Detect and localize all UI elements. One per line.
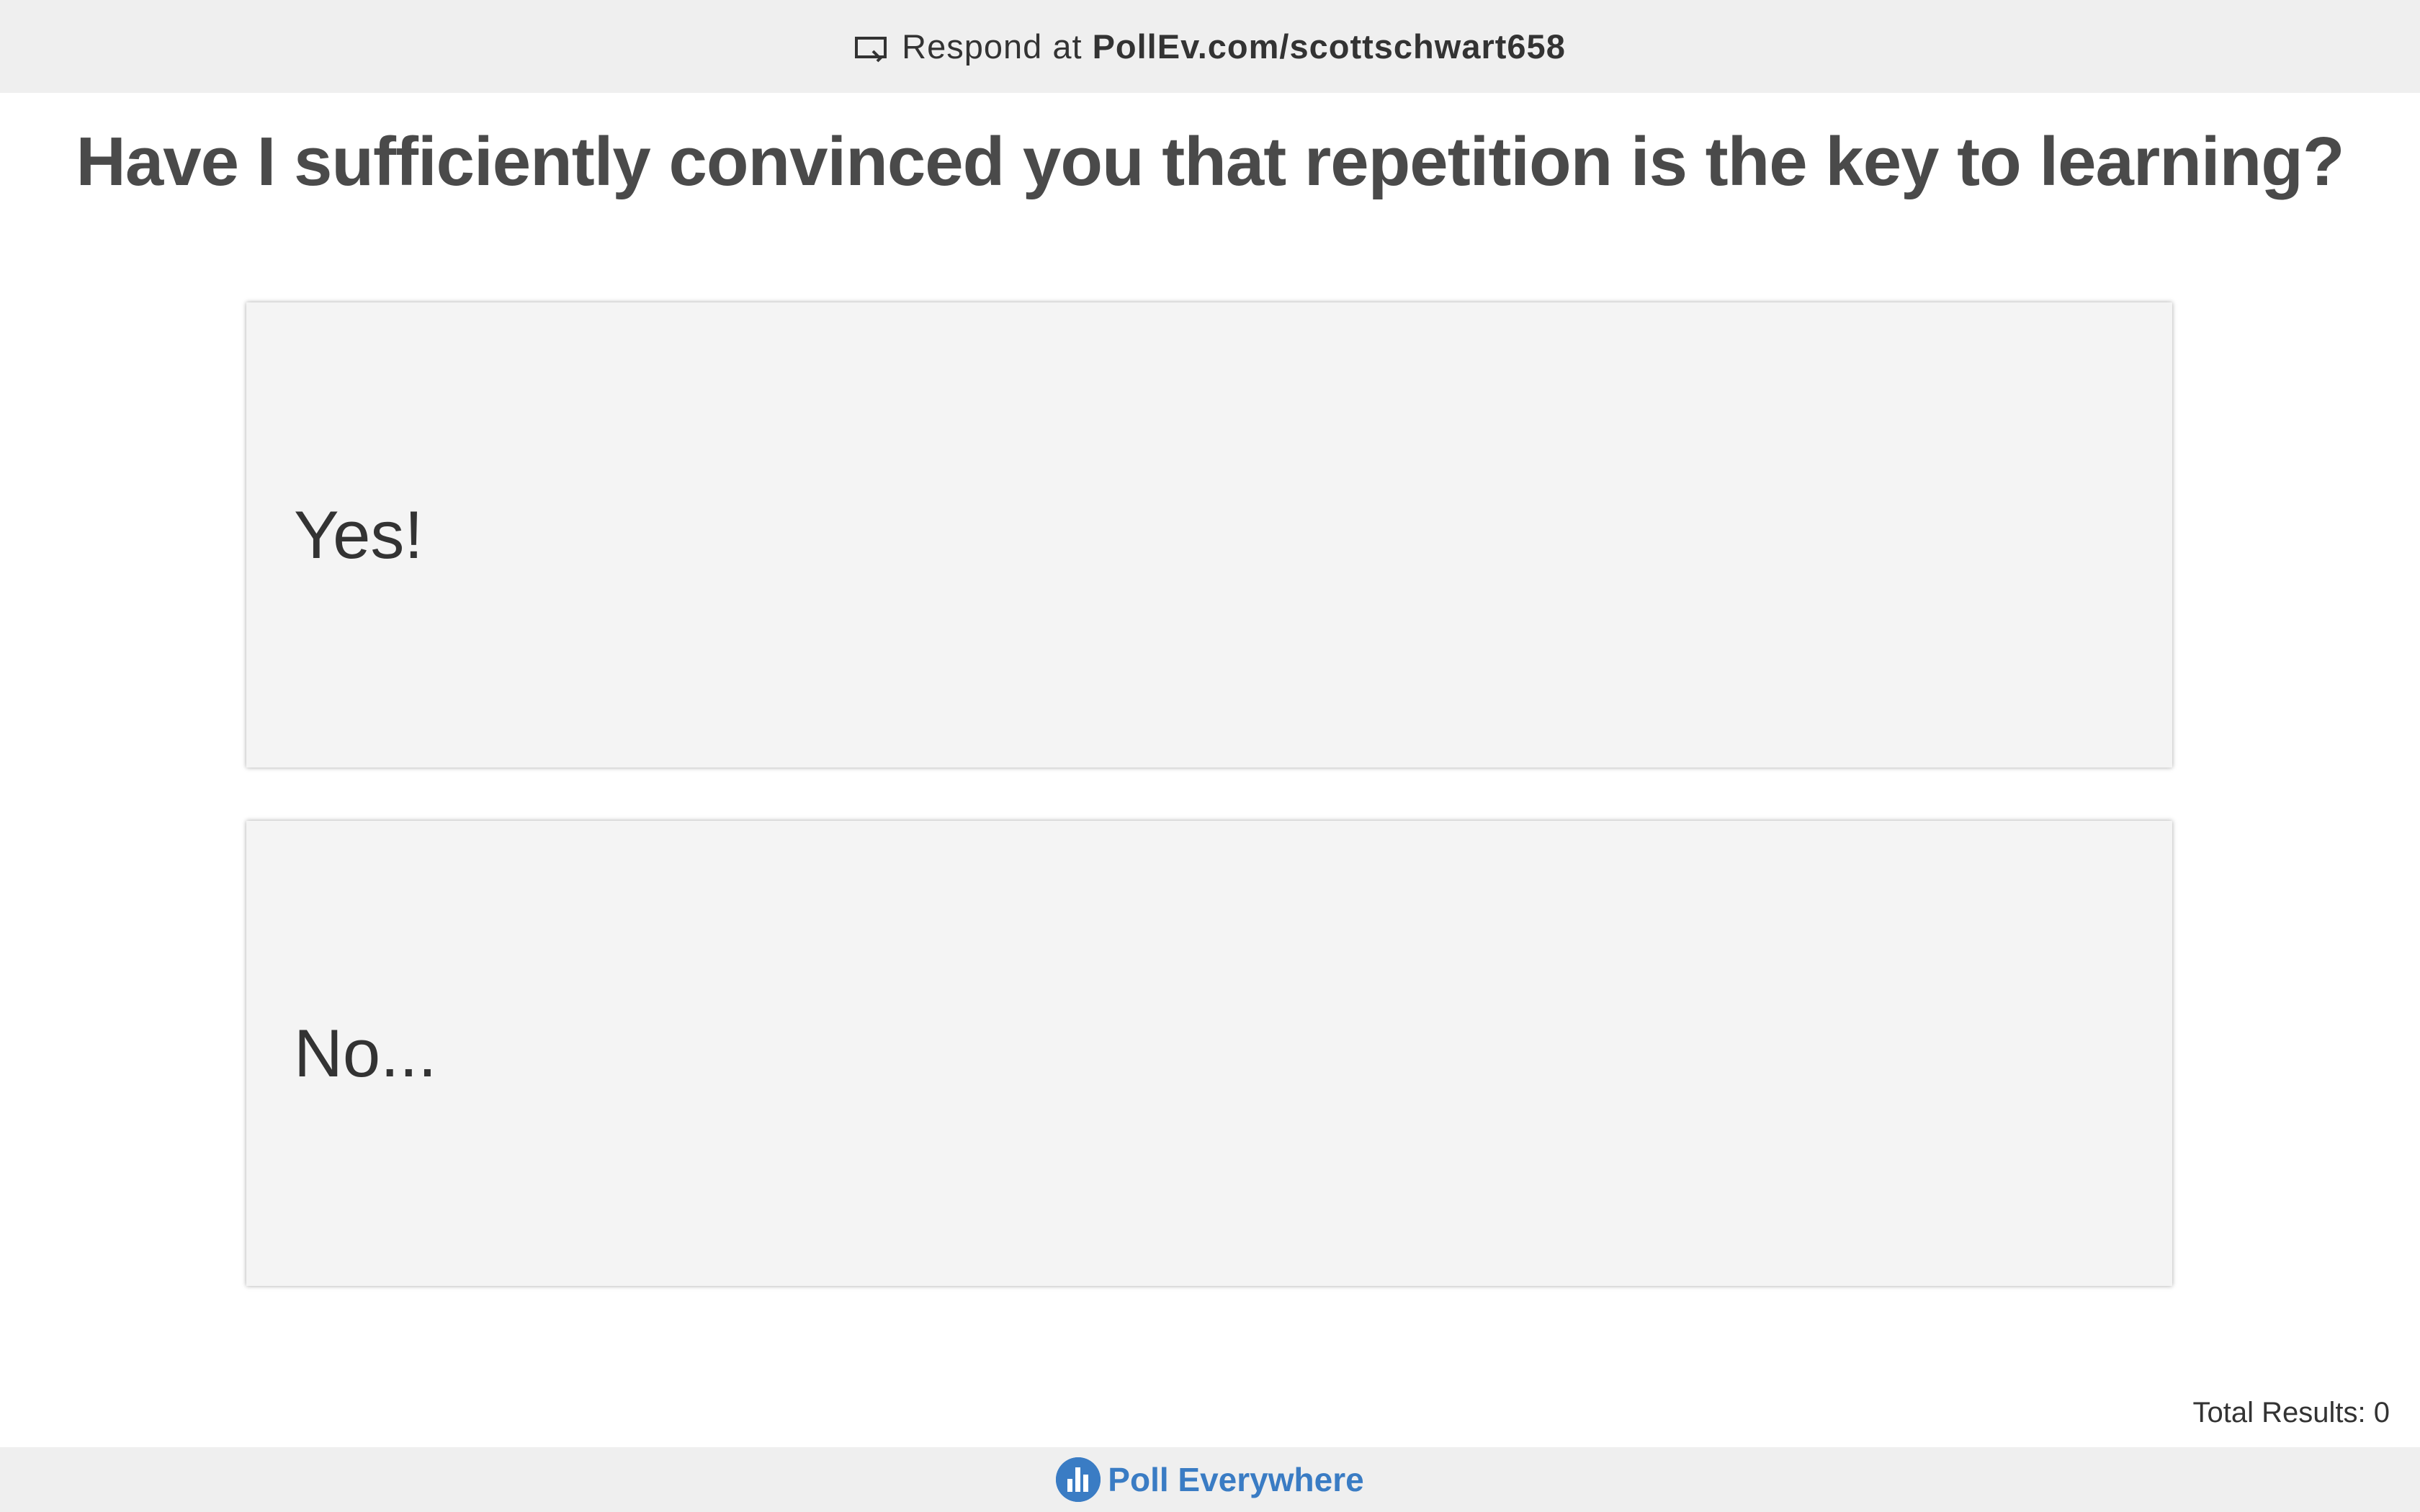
option-label: Yes! bbox=[294, 497, 424, 572]
option-label: No... bbox=[294, 1015, 437, 1091]
respond-bar: Respond at PollEv.com/scottschwart658 bbox=[0, 0, 2420, 93]
brand-name[interactable]: Poll Everywhere bbox=[1108, 1460, 1363, 1499]
presenter-screen-icon bbox=[854, 32, 889, 62]
respond-prefix: Respond at bbox=[902, 27, 1083, 66]
option-card-yes[interactable]: Yes! bbox=[246, 302, 2172, 768]
poll-everywhere-logo-icon bbox=[1056, 1457, 1101, 1502]
brand-footer: Poll Everywhere bbox=[0, 1447, 2420, 1512]
poll-slide: Respond at PollEv.com/scottschwart658 Ha… bbox=[0, 0, 2420, 1512]
total-results: Total Results: 0 bbox=[2192, 1397, 2390, 1428]
option-card-no[interactable]: No... bbox=[246, 821, 2172, 1286]
respond-url[interactable]: PollEv.com/scottschwart658 bbox=[1093, 27, 1566, 66]
question-title: Have I sufficiently convinced you that r… bbox=[76, 123, 2345, 200]
